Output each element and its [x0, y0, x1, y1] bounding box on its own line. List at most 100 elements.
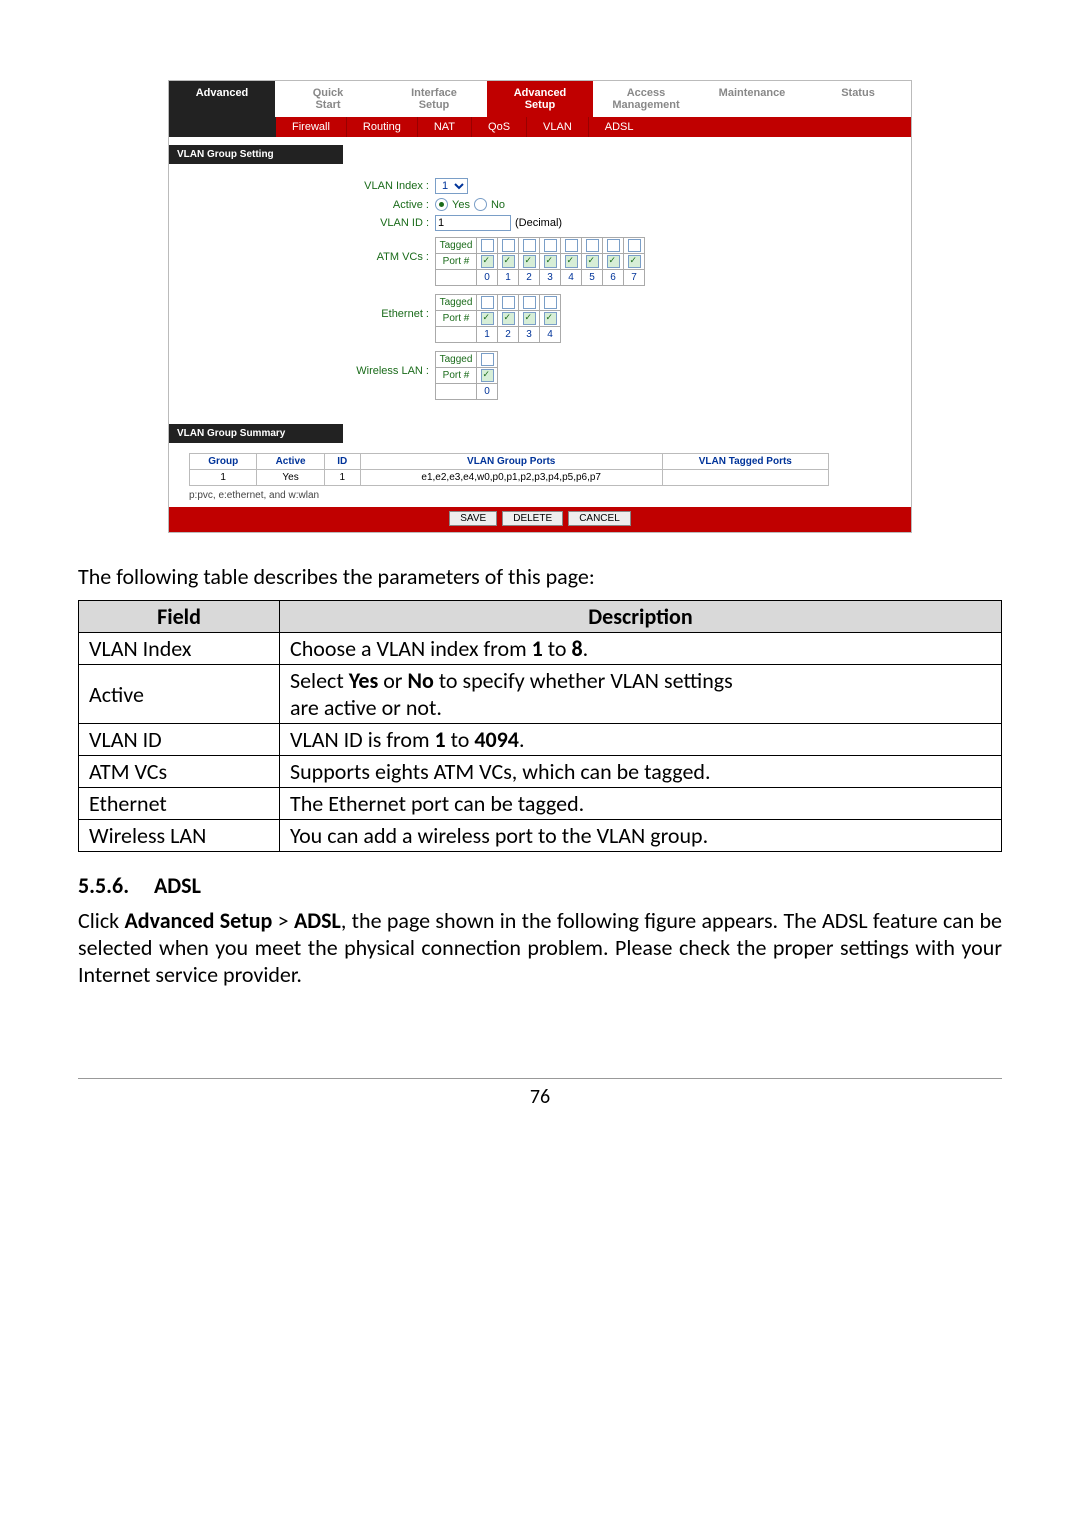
- subtab-routing[interactable]: Routing: [347, 117, 418, 137]
- atm-tagged-4[interactable]: [565, 239, 578, 252]
- cell-desc: VLAN ID is from 1 to 4094.: [280, 724, 1002, 756]
- page-number: 76: [78, 1078, 1002, 1109]
- atm-port-6[interactable]: [607, 255, 620, 268]
- cell-ports: e1,e2,e3,e4,w0,p0,p1,p2,p3,p4,p5,p6,p7: [360, 470, 662, 486]
- atm-port-2[interactable]: [523, 255, 536, 268]
- eth-tagged-2[interactable]: [502, 296, 515, 309]
- label-vlan-index: VLAN Index :: [169, 180, 435, 192]
- eth-tagged-4[interactable]: [544, 296, 557, 309]
- cell-desc: You can add a wireless port to the VLAN …: [280, 820, 1002, 852]
- sidebar-title: Advanced: [169, 81, 275, 117]
- cell-field: ATM VCs: [79, 756, 280, 788]
- radio-label-yes: Yes: [452, 199, 470, 211]
- table-row: Wireless LAN You can add a wireless port…: [79, 820, 1002, 852]
- action-bar: SAVE DELETE CANCEL: [169, 507, 911, 532]
- row-label-tagged: Tagged: [436, 238, 477, 254]
- col-field: Field: [79, 601, 280, 633]
- eth-port-2[interactable]: [502, 312, 515, 325]
- subtab-adsl[interactable]: ADSL: [589, 117, 650, 137]
- eth-port-1[interactable]: [481, 312, 494, 325]
- cell-desc: Select Yes or No to specify whether VLAN…: [280, 665, 1002, 724]
- atm-port-7[interactable]: [628, 255, 641, 268]
- table-row: VLAN Index Choose a VLAN index from 1 to…: [79, 633, 1002, 665]
- col-id: ID: [324, 454, 360, 470]
- atm-tagged-1[interactable]: [502, 239, 515, 252]
- section-vlan-summary: VLAN Group Summary: [169, 424, 343, 443]
- label-active: Active :: [169, 199, 435, 211]
- atm-tagged-5[interactable]: [586, 239, 599, 252]
- radio-label-no: No: [491, 199, 505, 211]
- col-active: Active: [257, 454, 324, 470]
- cell-id: 1: [324, 470, 360, 486]
- delete-button[interactable]: DELETE: [502, 511, 563, 526]
- cell-field: VLAN Index: [79, 633, 280, 665]
- top-tabs: Advanced Quick Start Interface Setup Adv…: [169, 81, 911, 117]
- atm-tagged-2[interactable]: [523, 239, 536, 252]
- col-group: Group: [190, 454, 257, 470]
- tab-quick-start[interactable]: Quick Start: [275, 81, 381, 117]
- cell-group: 1: [190, 470, 257, 486]
- table-row: VLAN ID VLAN ID is from 1 to 4094.: [79, 724, 1002, 756]
- subtab-vlan[interactable]: VLAN: [527, 117, 589, 137]
- atm-port-5[interactable]: [586, 255, 599, 268]
- eth-port-3[interactable]: [523, 312, 536, 325]
- cancel-button[interactable]: CANCEL: [568, 511, 631, 526]
- col-tagged: VLAN Tagged Ports: [662, 454, 828, 470]
- atm-port-4[interactable]: [565, 255, 578, 268]
- wlan-tagged-0[interactable]: [481, 353, 494, 366]
- col-ports: VLAN Group Ports: [360, 454, 662, 470]
- row-label-port: Port #: [436, 311, 477, 327]
- vlan-index-select[interactable]: 1: [435, 178, 468, 194]
- wlan-port-0[interactable]: [481, 369, 494, 382]
- vlan-setting-form: VLAN Index : 1 Active : Yes No VLAN ID :: [169, 164, 911, 424]
- eth-port-4[interactable]: [544, 312, 557, 325]
- cell-desc: Choose a VLAN index from 1 to 8.: [280, 633, 1002, 665]
- atm-tagged-7[interactable]: [628, 239, 641, 252]
- cell-desc: The Ethernet port can be tagged.: [280, 788, 1002, 820]
- cell-desc: Supports eights ATM VCs, which can be ta…: [280, 756, 1002, 788]
- eth-tagged-1[interactable]: [481, 296, 494, 309]
- legend-text: p:pvc, e:ethernet, and w:wlan: [169, 490, 911, 501]
- row-label-tagged: Tagged: [436, 352, 477, 368]
- vlan-summary-table: Group Active ID VLAN Group Ports VLAN Ta…: [189, 453, 829, 486]
- sub-tabs: Firewall Routing NAT QoS VLAN ADSL: [169, 117, 911, 137]
- tab-status[interactable]: Status: [805, 81, 911, 117]
- tab-maintenance[interactable]: Maintenance: [699, 81, 805, 117]
- radio-active-yes[interactable]: [435, 198, 448, 211]
- router-screenshot: Advanced Quick Start Interface Setup Adv…: [168, 80, 912, 533]
- radio-active-no[interactable]: [474, 198, 487, 211]
- label-decimal: (Decimal): [515, 217, 562, 229]
- row-label-tagged: Tagged: [436, 295, 477, 311]
- save-button[interactable]: SAVE: [449, 511, 497, 526]
- cell-tagged: [662, 470, 828, 486]
- vlan-id-input[interactable]: [435, 215, 511, 231]
- atm-tagged-6[interactable]: [607, 239, 620, 252]
- atm-port-0[interactable]: [481, 255, 494, 268]
- cell-field: Active: [79, 665, 280, 724]
- tab-interface-setup[interactable]: Interface Setup: [381, 81, 487, 117]
- label-atm-vcs: ATM VCs :: [169, 235, 435, 263]
- label-wlan: Wireless LAN :: [169, 349, 435, 377]
- wlan-grid: Tagged Port # 0: [435, 351, 498, 400]
- tab-advanced-setup[interactable]: Advanced Setup: [487, 81, 593, 117]
- label-ethernet: Ethernet :: [169, 292, 435, 320]
- ethernet-grid: Tagged Port # 1234: [435, 294, 561, 343]
- atm-port-1[interactable]: [502, 255, 515, 268]
- intro-sentence: The following table describes the parame…: [78, 563, 1002, 590]
- label-vlan-id: VLAN ID :: [169, 217, 435, 229]
- table-row: ATM VCs Supports eights ATM VCs, which c…: [79, 756, 1002, 788]
- table-row: Active Select Yes or No to specify wheth…: [79, 665, 1002, 724]
- atm-vcs-grid: Tagged Port # 01234567: [435, 237, 645, 286]
- tab-access-management[interactable]: Access Management: [593, 81, 699, 117]
- cell-field: Wireless LAN: [79, 820, 280, 852]
- subtab-nat[interactable]: NAT: [418, 117, 472, 137]
- subtab-firewall[interactable]: Firewall: [276, 117, 347, 137]
- cell-field: Ethernet: [79, 788, 280, 820]
- atm-port-3[interactable]: [544, 255, 557, 268]
- atm-tagged-0[interactable]: [481, 239, 494, 252]
- table-row: Ethernet The Ethernet port can be tagged…: [79, 788, 1002, 820]
- atm-tagged-3[interactable]: [544, 239, 557, 252]
- section-heading: 5.5.6. ADSL: [78, 872, 1002, 899]
- eth-tagged-3[interactable]: [523, 296, 536, 309]
- subtab-qos[interactable]: QoS: [472, 117, 527, 137]
